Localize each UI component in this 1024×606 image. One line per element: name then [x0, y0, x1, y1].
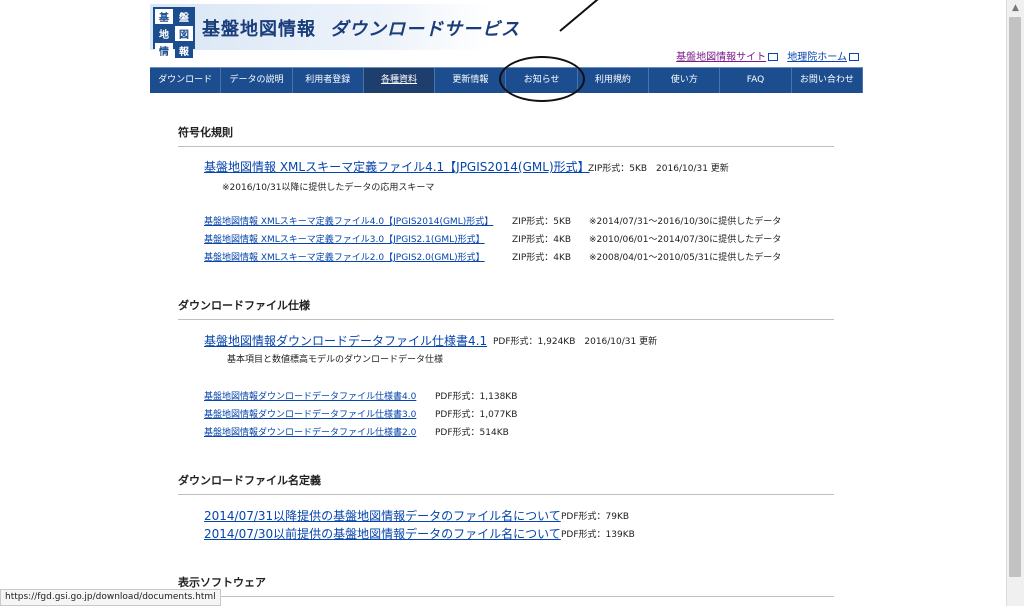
- annotation-circle: [499, 56, 585, 102]
- spec-3-0-link[interactable]: 基盤地図情報ダウンロードデータファイル仕様書3.0: [204, 410, 416, 420]
- external-link-icon: [849, 53, 859, 61]
- site-title-service: ダウンロードサービス: [330, 19, 520, 40]
- spec-4-1-link[interactable]: 基盤地図情報ダウンロードデータファイル仕様書4.1: [204, 334, 487, 348]
- file-size: PDF形式：514KB: [435, 428, 509, 438]
- file-meta: ZIP形式：5KB 2016/10/31 更新: [588, 164, 729, 174]
- file-note: 基本項目と数値標高モデルのダウンロードデータ仕様: [227, 355, 444, 365]
- filename-before-link[interactable]: 2014/07/30以前提供の基盤地図情報データのファイル名について: [204, 527, 561, 541]
- section-encoding: 符号化規則: [178, 124, 834, 147]
- schema-4-0-link[interactable]: 基盤地図情報 XMLスキーマ定義ファイル4.0【JPGIS2014(GML)形式…: [204, 217, 493, 227]
- nav-user-registration[interactable]: 利用者登録: [293, 68, 364, 93]
- file-note: ※2008/04/01～2010/05/31に提供したデータ: [589, 253, 782, 263]
- logo-char: 情: [155, 43, 173, 58]
- logo-char: 盤: [175, 9, 193, 24]
- site-title: 基盤地図情報 ダウンロードサービス: [202, 15, 520, 41]
- scroll-thumb[interactable]: [1009, 17, 1021, 577]
- gsi-home-link[interactable]: 地理院ホーム: [787, 52, 847, 63]
- file-size: ZIP形式：5KB: [512, 217, 572, 227]
- file-note: ※2014/07/31～2016/10/30に提供したデータ: [589, 217, 782, 227]
- filename-after-link[interactable]: 2014/07/31以降提供の基盤地図情報データのファイル名について: [204, 509, 561, 523]
- list-item: 2014/07/31以降提供の基盤地図情報データのファイル名について: [204, 507, 561, 524]
- schema-4-1-link[interactable]: 基盤地図情報 XMLスキーマ定義ファイル4.1【JPGIS2014(GML)形式…: [204, 160, 590, 174]
- section-title: 表示ソフトウェア: [178, 574, 834, 597]
- list-item: 基盤地図情報ダウンロードデータファイル仕様書3.0: [204, 407, 416, 420]
- nav-download[interactable]: ダウンロード: [150, 68, 222, 93]
- list-item: 基盤地図情報ダウンロードデータファイル仕様書4.1: [204, 332, 487, 349]
- schema-3-0-link[interactable]: 基盤地図情報 XMLスキーマ定義ファイル3.0【JPGIS2.1(GML)形式】: [204, 235, 485, 245]
- section-title: 符号化規則: [178, 124, 834, 147]
- spec-2-0-link[interactable]: 基盤地図情報ダウンロードデータファイル仕様書2.0: [204, 428, 416, 438]
- file-size: PDF形式：79KB: [561, 512, 630, 522]
- file-size: ZIP形式：4KB: [512, 253, 572, 263]
- scroll-up-arrow-icon[interactable]: ▲: [1007, 0, 1024, 17]
- list-item: 基盤地図情報 XMLスキーマ定義ファイル2.0【JPGIS2.0(GML)形式】: [204, 250, 485, 263]
- section-software: 表示ソフトウェア: [178, 574, 834, 597]
- top-links: 基盤地図情報サイト 地理院ホーム: [670, 48, 859, 63]
- schema-2-0-link[interactable]: 基盤地図情報 XMLスキーマ定義ファイル2.0【JPGIS2.0(GML)形式】: [204, 253, 485, 263]
- status-bar-url: https://fgd.gsi.go.jp/download/documents…: [0, 589, 221, 606]
- nav-faq[interactable]: FAQ: [720, 68, 792, 93]
- file-meta: PDF形式：1,924KB 2016/10/31 更新: [493, 337, 658, 347]
- section-naming: ダウンロードファイル名定義: [178, 472, 834, 495]
- list-item: 基盤地図情報ダウンロードデータファイル仕様書2.0: [204, 425, 416, 438]
- logo-char: 図: [175, 26, 193, 41]
- spec-4-0-link[interactable]: 基盤地図情報ダウンロードデータファイル仕様書4.0: [204, 392, 416, 402]
- nav-documents[interactable]: 各種資料: [363, 68, 436, 93]
- nav-howto[interactable]: 使い方: [649, 68, 721, 93]
- kiban-site-link[interactable]: 基盤地図情報サイト: [676, 52, 766, 63]
- nav-updates[interactable]: 更新情報: [435, 68, 507, 93]
- nav-contact[interactable]: お問い合わせ: [792, 68, 863, 93]
- site-title-main: 基盤地図情報: [202, 19, 316, 40]
- logo-char: 地: [155, 26, 173, 41]
- file-size: PDF形式：1,138KB: [435, 392, 518, 402]
- list-item: 基盤地図情報 XMLスキーマ定義ファイル3.0【JPGIS2.1(GML)形式】: [204, 232, 485, 245]
- list-item: 基盤地図情報ダウンロードデータファイル仕様書4.0: [204, 389, 416, 402]
- site-logo: 基 盤 地 図 情 報: [153, 7, 195, 58]
- file-size: PDF形式：1,077KB: [435, 410, 518, 420]
- nav-terms[interactable]: 利用規約: [578, 68, 650, 93]
- external-link-icon: [768, 53, 779, 61]
- section-title: ダウンロードファイル名定義: [178, 472, 834, 495]
- file-size: PDF形式：139KB: [561, 530, 635, 540]
- logo-char: 基: [155, 9, 173, 24]
- nav-data-description[interactable]: データの説明: [221, 68, 293, 93]
- site-banner[interactable]: 基 盤 地 図 情 報 基盤地図情報 ダウンロードサービス: [150, 4, 519, 58]
- file-note: ※2010/06/01～2014/07/30に提供したデータ: [589, 235, 782, 245]
- section-spec: ダウンロードファイル仕様: [178, 297, 834, 320]
- file-note: ※2016/10/31以降に提供したデータの応用スキーマ: [222, 183, 435, 193]
- file-size: ZIP形式：4KB: [512, 235, 572, 245]
- annotation-arrow: [559, 0, 611, 32]
- vertical-scrollbar[interactable]: ▲: [1006, 0, 1024, 606]
- list-item: 基盤地図情報 XMLスキーマ定義ファイル4.0【JPGIS2014(GML)形式…: [204, 214, 493, 227]
- list-item: 2014/07/30以前提供の基盤地図情報データのファイル名について: [204, 525, 561, 542]
- logo-char: 報: [175, 43, 193, 58]
- section-title: ダウンロードファイル仕様: [178, 297, 834, 320]
- list-item: 基盤地図情報 XMLスキーマ定義ファイル4.1【JPGIS2014(GML)形式…: [204, 158, 590, 175]
